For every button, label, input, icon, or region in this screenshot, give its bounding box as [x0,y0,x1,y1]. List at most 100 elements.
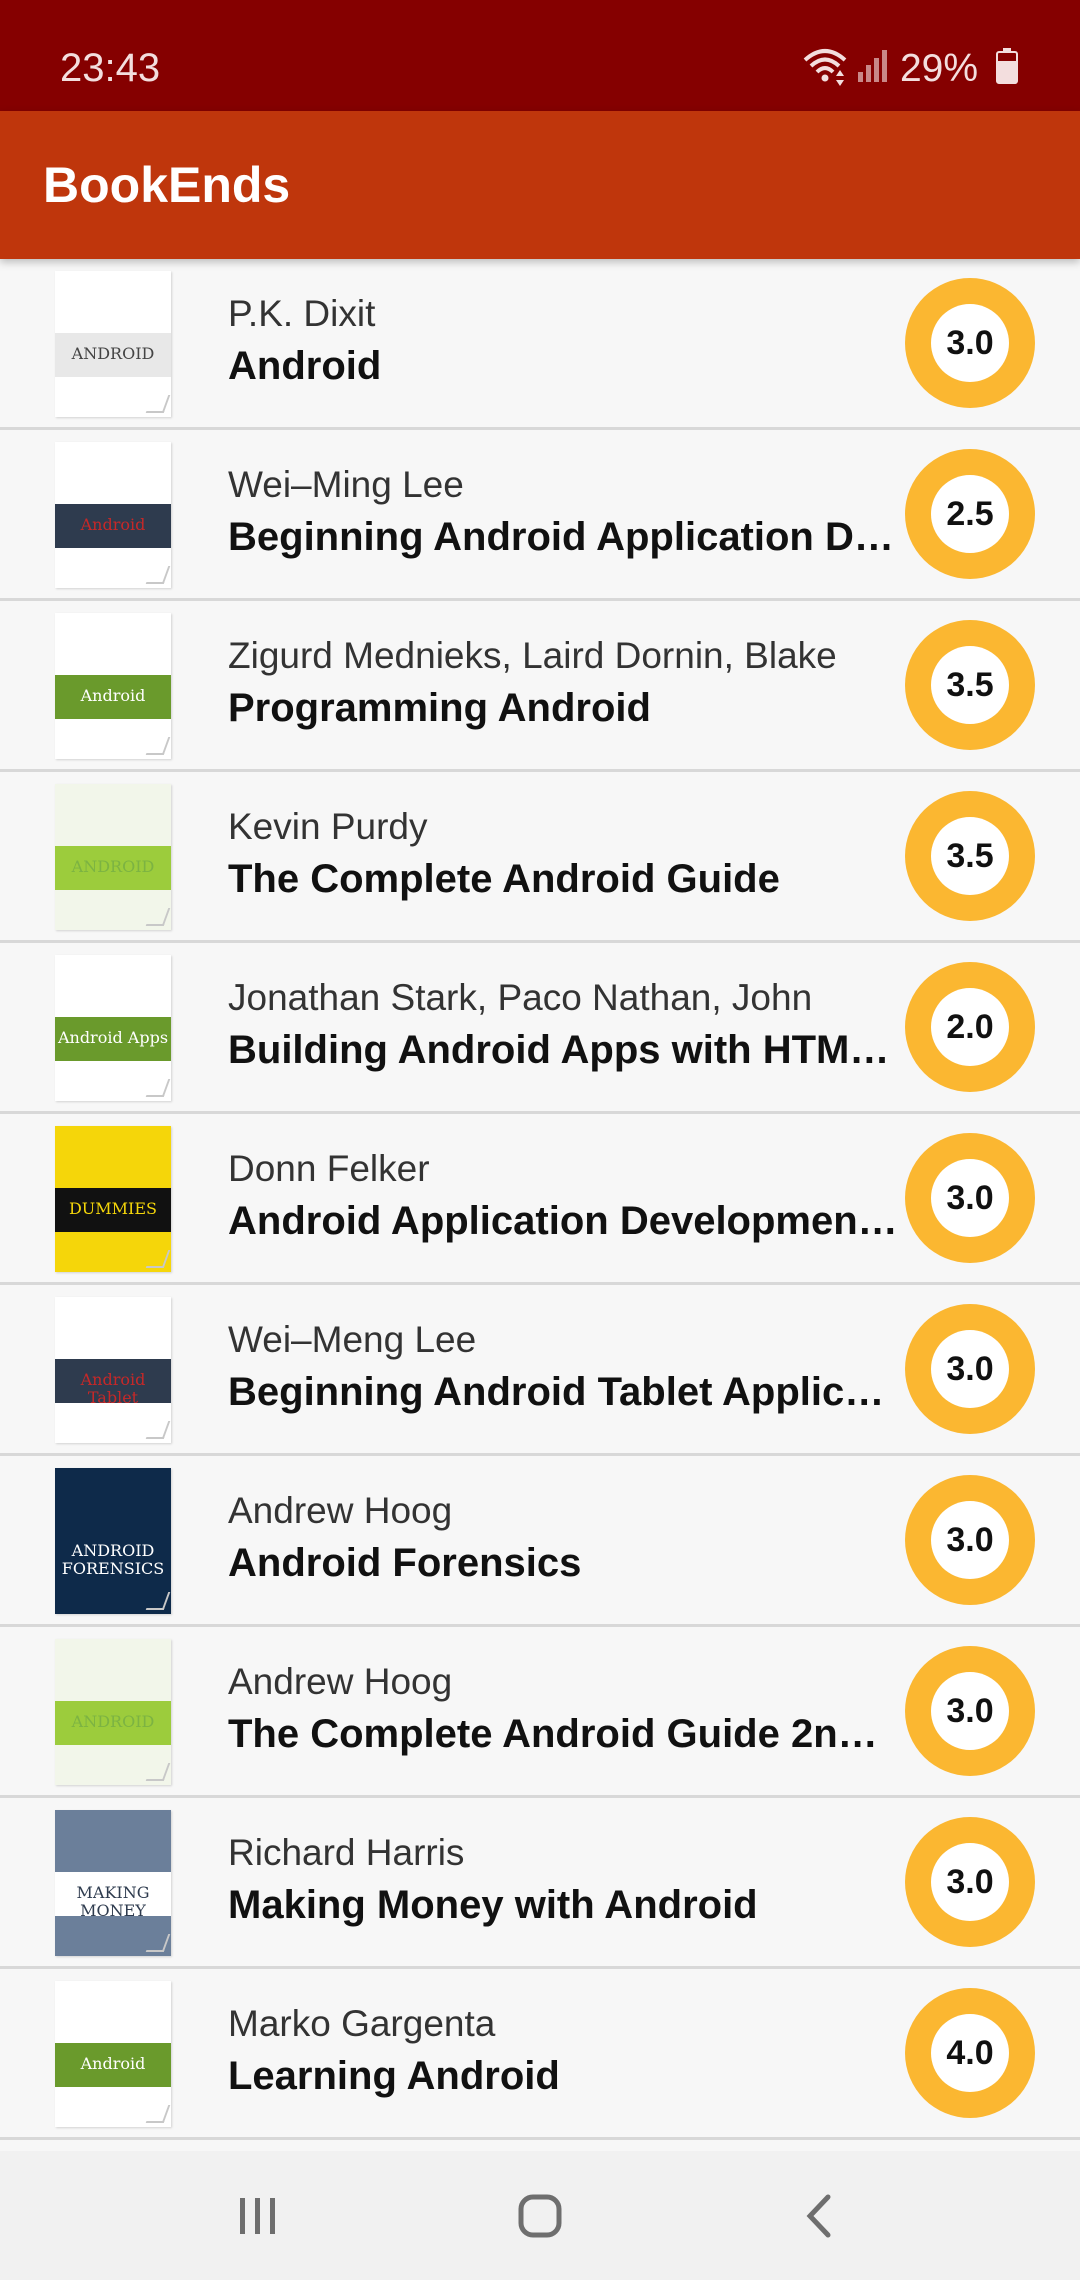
book-row[interactable]: ANDROID Kevin Purdy The Complete Android… [0,772,1080,943]
book-list[interactable]: ANDROID P.K. Dixit Android 3.0 Android W… [0,259,1080,2151]
cover-text: Android Tablet [80,1370,146,1407]
book-title: Learning Android [228,2054,560,2098]
book-row[interactable]: ANDROID Andrew Hoog The Complete Android… [0,1627,1080,1798]
book-author: Andrew Hoog [228,1661,453,1702]
book-cover-image: MAKING MONEY [55,1810,171,1956]
book-title: Making Money with Android [228,1883,758,1927]
book-cover-image: Android Tablet [55,1297,171,1443]
book-cover-image: ANDROID [55,271,171,417]
cover-text: ANDROID [71,1712,155,1731]
navigation-bar [0,2151,1080,2280]
book-author: Marko Gargenta [228,2003,496,2044]
book-cover-image: Android Apps [55,955,171,1101]
cover-corner-fold [145,1763,171,1781]
rating-value: 3.5 [931,646,1009,724]
book-row[interactable]: ANDROID P.K. Dixit Android 3.0 [0,259,1080,430]
rating-badge: 2.0 [905,962,1035,1092]
cover-text: MAKING MONEY [76,1883,150,1920]
cover-corner-fold [145,1250,171,1268]
back-button[interactable] [760,2151,880,2280]
book-row[interactable]: MAKING MONEY Richard Harris Making Money… [0,1798,1080,1969]
recent-apps-button[interactable] [198,2151,318,2280]
book-author: Zigurd Mednieks, Laird Dornin, Blake [228,635,837,676]
cover-text: ANDROID [71,344,155,363]
book-row[interactable]: Android Marko Gargenta Learning Android … [0,1969,1080,2140]
cover-text: Android Apps [57,1028,169,1047]
book-cover-image: Android [55,1981,171,2127]
back-icon [806,2194,831,2237]
book-row[interactable]: Android Wei–Ming Lee Beginning Android A… [0,430,1080,601]
book-author: Wei–Ming Lee [228,464,464,505]
book-row[interactable]: Android Apps Jonathan Stark, Paco Nathan… [0,943,1080,1114]
rating-value: 3.0 [931,304,1009,382]
cover-corner-fold [145,566,171,584]
home-button[interactable] [480,2151,600,2280]
book-title: Building Android Apps with HTML, CSS, an… [228,1028,898,1072]
cover-corner-fold [145,1421,171,1439]
cover-corner-fold [145,1079,171,1097]
rating-badge: 3.0 [905,1475,1035,1605]
rating-badge: 3.5 [905,620,1035,750]
rating-value: 3.0 [931,1159,1009,1237]
rating-value: 3.0 [931,1330,1009,1408]
status-bar: 23:43 29% [0,0,1080,111]
book-row[interactable]: Android Tablet Wei–Meng Lee Beginning An… [0,1285,1080,1456]
app-bar: BookEnds [0,111,1080,259]
book-cover-image: Android [55,613,171,759]
book-cover-image: ANDROID FORENSICS [55,1468,171,1614]
cover-corner-fold [145,737,171,755]
book-row[interactable] [0,2140,1080,2151]
book-row[interactable]: DUMMIES Donn Felker Android Application … [0,1114,1080,1285]
book-title: Android [228,344,382,388]
rating-value: 2.0 [931,988,1009,1066]
book-title: Android Application Development For Dumm… [228,1199,898,1243]
status-time: 23:43 [60,46,161,90]
cover-text: Android [80,2054,146,2073]
cover-corner-fold [145,908,171,926]
rating-value: 3.5 [931,817,1009,895]
battery-percent: 29% [899,46,978,90]
book-author: P.K. Dixit [228,293,376,334]
book-author: Jonathan Stark, Paco Nathan, John [228,977,813,1018]
book-title: The Complete Android Guide 2nd Edition [228,1712,898,1756]
book-title: Programming Android [228,686,651,730]
cover-text: ANDROID [71,857,155,876]
app-title: BookEnds [43,157,291,213]
status-icons: 29% [794,0,1018,111]
rating-badge: 2.5 [905,449,1035,579]
cover-corner-fold [145,1592,171,1610]
book-cover-image: ANDROID [55,1639,171,1785]
cover-text: ANDROID FORENSICS [61,1541,165,1578]
cover-text: DUMMIES [68,1199,158,1218]
book-row[interactable]: Android Zigurd Mednieks, Laird Dornin, B… [0,601,1080,772]
book-cover-image: Android [55,442,171,588]
book-cover-image: ANDROID [55,784,171,930]
rating-badge: 3.0 [905,1133,1035,1263]
book-title: Beginning Android Application Developmen… [228,515,898,559]
rating-badge: 3.0 [905,278,1035,408]
recent-apps-icon [240,2197,275,2234]
book-author: Andrew Hoog [228,1490,453,1531]
cover-corner-fold [145,2105,171,2123]
book-author: Wei–Meng Lee [228,1319,477,1360]
book-cover-image: DUMMIES [55,1126,171,1272]
rating-value: 3.0 [931,1843,1009,1921]
rating-badge: 3.0 [905,1646,1035,1776]
rating-value: 4.0 [931,2014,1009,2092]
book-row[interactable]: ANDROID FORENSICS Andrew Hoog Android Fo… [0,1456,1080,1627]
book-author: Richard Harris [228,1832,465,1873]
book-author: Donn Felker [228,1148,430,1189]
rating-value: 3.0 [931,1501,1009,1579]
home-icon [518,2194,562,2237]
cover-corner-fold [145,395,171,413]
signal-icon [856,48,888,89]
cover-text: Android [80,686,146,705]
rating-value: 2.5 [931,475,1009,553]
rating-badge: 3.0 [905,1304,1035,1434]
book-author: Kevin Purdy [228,806,428,847]
rating-badge: 4.0 [905,1988,1035,2118]
wifi-icon [802,46,848,91]
rating-value: 3.0 [931,1672,1009,1750]
cover-corner-fold [145,1934,171,1952]
book-title: The Complete Android Guide [228,857,780,901]
